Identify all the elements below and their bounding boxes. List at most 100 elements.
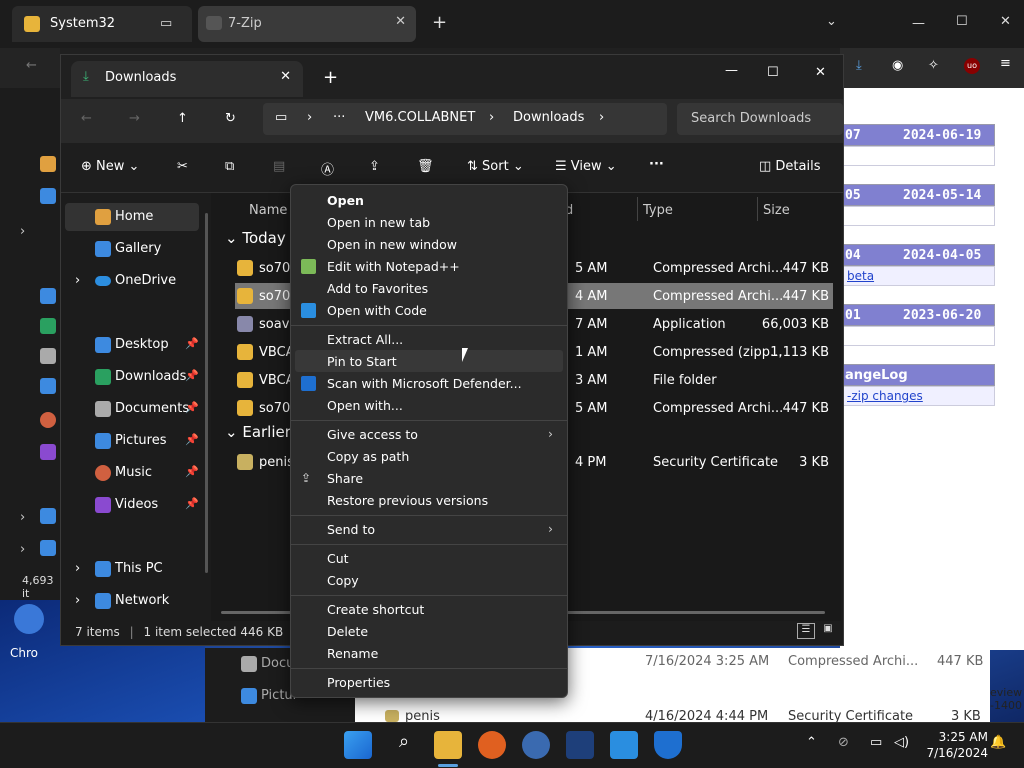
expand-chevron-icon[interactable]: › [75,593,80,608]
pin-icon[interactable]: 📌 [185,433,199,446]
menu-item-copy[interactable]: Copy [295,569,563,591]
minimize-icon[interactable]: — [912,16,925,31]
download-icon[interactable]: ⤓ [856,58,862,73]
maximize-icon[interactable]: ☐ [767,65,779,80]
nav-documents[interactable]: Documents 📌 [65,395,199,423]
beta-link[interactable]: beta [840,266,995,286]
ublock-icon[interactable]: uo [964,58,980,74]
new-tab-icon[interactable]: + [323,67,338,88]
menu-item-create-shortcut[interactable]: Create shortcut [295,598,563,620]
expand-chevron-icon[interactable]: › [75,561,80,576]
pin-icon[interactable]: 📌 [185,497,199,510]
rename-icon[interactable]: Ⓐ [321,159,334,178]
nav-videos[interactable]: Videos 📌 [65,491,199,519]
close-icon[interactable]: ✕ [815,65,826,80]
cut-icon[interactable]: ✂ [177,159,188,174]
pin-icon[interactable]: 📌 [185,369,199,382]
menu-item-properties[interactable]: Properties [295,671,563,693]
menu-item-pin-to-start[interactable]: Pin to Start [295,350,563,372]
address-bar[interactable]: ▭ › ··· VM6.COLLABNET › Downloads › [263,103,667,135]
nav-pictures[interactable]: Pictures 📌 [65,427,199,455]
new-button[interactable]: ⊕ New ⌄ [81,159,139,174]
column-header-name[interactable]: Name [249,203,287,218]
up-arrow-icon[interactable]: ↑ [177,111,188,126]
chevron-up-icon[interactable]: ⌃ [806,735,817,750]
tab-7zip[interactable]: 7-Zip ✕ [198,6,416,42]
extensions-icon[interactable]: ✧ [928,58,939,73]
delete-icon[interactable]: 🗑 [417,159,434,174]
expand-chevron-icon[interactable]: › [20,510,25,525]
details-view-icon[interactable]: ☰ [797,623,815,639]
share-icon[interactable]: ⇪ [369,159,380,174]
breadcrumb-collabnet[interactable]: VM6.COLLABNET [365,110,475,125]
expand-chevron-icon[interactable]: › [20,224,25,239]
pin-icon[interactable]: 📌 [185,401,199,414]
start-icon[interactable] [344,731,372,759]
more-options-button[interactable]: ··· [649,157,664,172]
maximize-icon[interactable]: ☐ [956,14,968,29]
notification-bell-icon[interactable]: 🔔 [990,735,1006,750]
file-explorer-icon[interactable] [434,731,462,759]
group-today[interactable]: ⌄ Today [225,229,286,247]
menu-item-notepadpp[interactable]: Edit with Notepad++ [295,255,563,277]
sort-button[interactable]: ⇅ Sort ⌄ [467,159,524,174]
expand-chevron-icon[interactable]: › [75,273,80,288]
tab-downloads[interactable]: ⤓ Downloads ✕ [71,61,303,97]
menu-item-open-new-tab[interactable]: Open in new tab [295,211,563,233]
expand-chevron-icon[interactable]: › [20,542,25,557]
close-icon[interactable]: ✕ [1000,14,1011,29]
new-tab-icon[interactable]: + [432,12,447,33]
search-input[interactable]: Search Downloads [677,103,843,135]
menu-item-open-new-window[interactable]: Open in new window [295,233,563,255]
menu-item-send-to[interactable]: Send to › [295,518,563,540]
profile-icon[interactable]: ◉ [892,58,903,73]
menu-item-delete[interactable]: Delete [295,620,563,642]
nav-onedrive[interactable]: › OneDrive [65,267,199,295]
tiles-view-icon[interactable]: ▣ [819,623,837,639]
breadcrumb-ellipsis[interactable]: ··· [333,110,345,125]
minimize-icon[interactable]: — [725,63,738,78]
chrome-shortcut-label[interactable]: Chro [10,646,38,660]
nav-home[interactable]: Home [65,203,199,231]
menu-item-open-with[interactable]: Open with... [295,394,563,416]
view-button[interactable]: ☰ View ⌄ [555,159,617,174]
menu-item-copy-as-path[interactable]: Copy as path [295,445,563,467]
column-header-type[interactable]: Type [643,203,673,218]
back-arrow-icon[interactable]: ← [26,58,37,73]
search-icon[interactable]: ⌕ [390,731,418,759]
nav-music[interactable]: Music 📌 [65,459,199,487]
tab-duplicate-icon[interactable]: ▭ [160,16,172,31]
display-icon[interactable]: ▭ [870,735,882,750]
paste-icon[interactable]: ▤ [273,159,285,174]
menu-item-add-favorites[interactable]: Add to Favorites [295,277,563,299]
close-tab-icon[interactable]: ✕ [280,69,291,84]
volume-icon[interactable]: ◁) [894,735,909,750]
pin-icon[interactable]: 📌 [185,465,199,478]
powershell-icon[interactable] [566,731,594,759]
details-button[interactable]: ◫ Details [759,159,821,174]
firefox-icon[interactable] [478,731,506,759]
defender-shield-icon[interactable] [654,731,682,759]
chevron-down-icon[interactable]: ⌄ [826,14,837,29]
nav-network[interactable]: › Network [65,587,199,615]
nav-desktop[interactable]: Desktop 📌 [65,331,199,359]
menu-item-extract-all[interactable]: Extract All... [295,328,563,350]
menu-item-open[interactable]: Open [295,189,563,211]
resource-monitor-icon[interactable] [610,731,638,759]
refresh-icon[interactable]: ↻ [225,111,236,126]
breadcrumb-downloads[interactable]: Downloads [513,110,584,125]
changelog-link[interactable]: -zip changes [840,386,995,406]
clock[interactable]: 3:25 AM 7/16/2024 [926,729,988,761]
nav-downloads[interactable]: Downloads 📌 [65,363,199,391]
back-arrow-icon[interactable]: ← [81,111,92,126]
chrome-shortcut-icon[interactable] [14,604,44,634]
menu-item-restore-versions[interactable]: Restore previous versions [295,489,563,511]
menu-item-give-access[interactable]: Give access to › [295,423,563,445]
nav-gallery[interactable]: Gallery [65,235,199,263]
settings-icon[interactable] [522,731,550,759]
forward-arrow-icon[interactable]: → [129,111,140,126]
network-off-icon[interactable]: ⊘ [838,735,849,750]
menu-item-defender-scan[interactable]: Scan with Microsoft Defender... [295,372,563,394]
menu-icon[interactable]: ≡ [1000,56,1011,71]
close-tab-icon[interactable]: ✕ [395,14,406,29]
